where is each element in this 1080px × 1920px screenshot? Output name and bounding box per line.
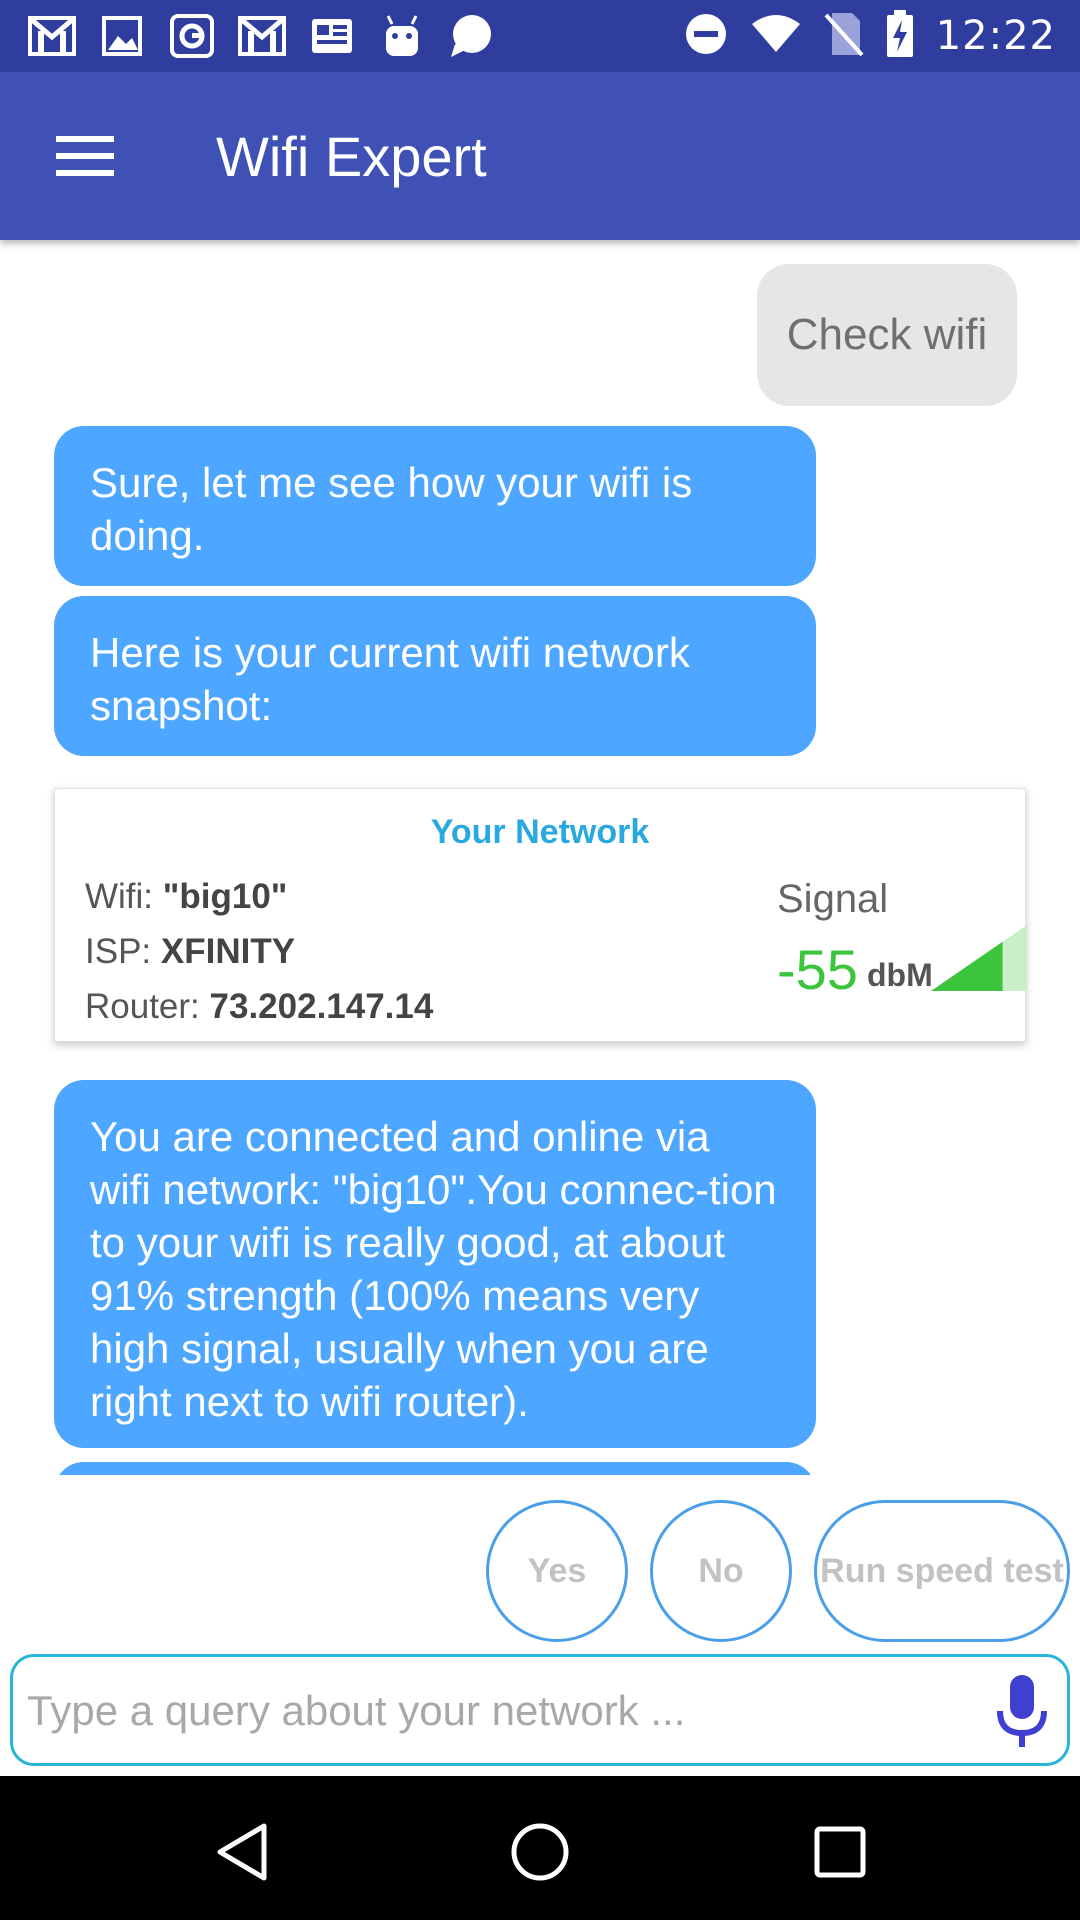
isp-value: XFINITY <box>160 932 296 971</box>
menu-button[interactable] <box>40 118 130 194</box>
back-icon <box>217 1823 267 1881</box>
recent-apps-icon <box>814 1826 866 1878</box>
battery-charging-icon <box>886 10 914 62</box>
navigation-bar <box>0 1776 1080 1920</box>
router-row: Router: 73.202.147.14 <box>85 987 433 1027</box>
wifi-value: "big10" <box>162 877 288 916</box>
clock: 12:22 <box>935 13 1056 59</box>
quick-reply-speed-test[interactable]: Run speed test <box>814 1500 1070 1642</box>
back-button[interactable] <box>202 1812 282 1892</box>
notification-icons <box>26 12 498 60</box>
microphone-icon <box>997 1675 1047 1747</box>
screen: 12:22 Wifi Expert Check wifi Sure, let m… <box>0 0 1080 1920</box>
app-title: Wifi Expert <box>216 125 487 188</box>
bot-message-bubble: Here is your current wifi network snapsh… <box>54 596 816 756</box>
signal-value: -55 <box>777 938 858 1001</box>
status-bar: 12:22 <box>0 0 1080 72</box>
app-bar: Wifi Expert <box>0 72 1080 240</box>
isp-row: ISP: XFINITY <box>85 932 295 972</box>
router-label: Router: <box>85 987 200 1026</box>
wifi-icon <box>750 14 802 58</box>
gmail-icon <box>236 12 288 60</box>
user-message-bubble: Check wifi <box>757 264 1017 406</box>
query-input[interactable] <box>27 1677 967 1745</box>
home-icon <box>511 1823 569 1881</box>
query-input-container <box>10 1654 1070 1766</box>
no-sim-icon <box>824 11 864 61</box>
chat-bubble-icon <box>446 12 498 60</box>
voice-input-button[interactable] <box>989 1675 1055 1751</box>
gmail-icon <box>26 12 78 60</box>
quick-reply-no[interactable]: No <box>650 1500 792 1642</box>
signal-unit: dbM <box>867 957 933 993</box>
bot-message-bubble-partial <box>54 1462 816 1475</box>
hamburger-menu-icon <box>56 136 114 176</box>
bot-message-bubble: You are connected and online via wifi ne… <box>54 1080 816 1448</box>
news-icon <box>306 12 358 60</box>
wifi-row: Wifi: "big10" <box>85 877 287 917</box>
do-not-disturb-icon <box>684 12 728 60</box>
image-icon <box>96 12 148 60</box>
system-icons: 12:22 <box>684 10 1056 62</box>
quick-reply-yes[interactable]: Yes <box>486 1500 628 1642</box>
signal-strength-icon <box>931 925 1027 991</box>
wifi-label: Wifi: <box>85 877 154 916</box>
card-title: Your Network <box>430 813 650 851</box>
recent-apps-button[interactable] <box>800 1812 880 1892</box>
network-snapshot-card: Your Network Wifi: "big10" ISP: XFINITY … <box>54 788 1027 1042</box>
google-icon <box>166 12 218 60</box>
isp-label: ISP: <box>85 932 152 971</box>
signal-label: Signal <box>777 877 889 921</box>
android-icon <box>376 12 428 60</box>
bot-message-bubble: Sure, let me see how your wifi is doing. <box>54 426 816 586</box>
router-value: 73.202.147.14 <box>209 987 434 1026</box>
chat-area[interactable]: Check wifi Sure, let me see how your wif… <box>0 240 1080 1475</box>
home-button[interactable] <box>500 1812 580 1892</box>
